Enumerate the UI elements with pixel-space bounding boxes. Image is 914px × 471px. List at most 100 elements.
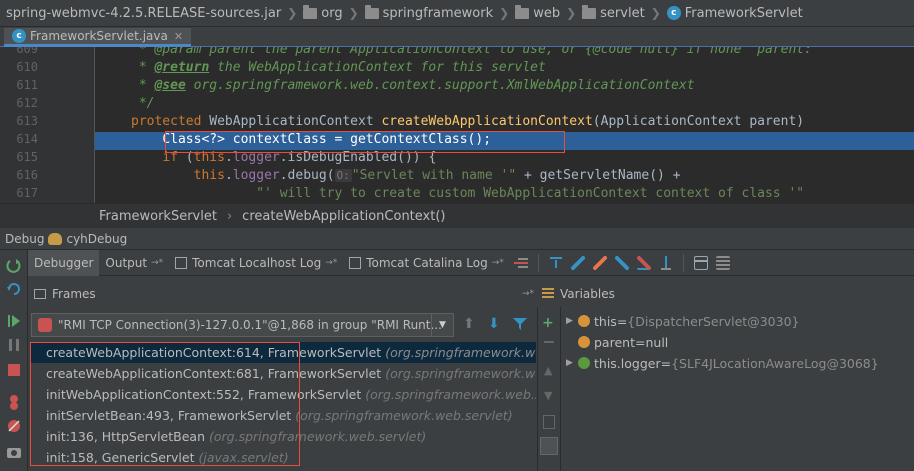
tab-debugger[interactable]: Debugger	[28, 249, 100, 276]
arrow-down-icon[interactable]: ⬇	[488, 316, 500, 332]
debug-tab-row: Debugger Output →* Tomcat Localhost Log →*…	[28, 249, 914, 276]
nav-crumb-servlet[interactable]: ❯ servlet	[560, 4, 645, 21]
run-config-name[interactable]: cyhDebug	[66, 232, 127, 246]
line-number-gutter: 609 610 611 612 613 614 615 616 617	[0, 47, 95, 203]
parameter-hint: O:	[334, 169, 352, 182]
breadcrumb-class[interactable]: FrameworkServlet	[99, 209, 217, 224]
nav-crumb-label: springframework	[382, 5, 494, 21]
variables-title: Variables	[560, 287, 615, 301]
frames-header: Frames →*	[28, 283, 538, 305]
line-number: 615	[16, 150, 38, 164]
highlight-box-current-line	[165, 131, 565, 153]
close-icon[interactable]: ✕	[174, 30, 183, 43]
variable-name: parent	[594, 334, 635, 350]
variable-name: this.logger	[594, 355, 661, 371]
stop-icon[interactable]	[6, 362, 22, 378]
thread-select[interactable]: "RMI TCP Connection(3)-127.0.0.1"@1,868 …	[31, 313, 454, 337]
arrow-up-icon[interactable]: ⬆	[463, 316, 475, 332]
tab-tomcat-localhost-log[interactable]: Tomcat Localhost Log →*	[169, 250, 343, 276]
code-token: + getServletName() +	[516, 168, 681, 183]
rerun-icon[interactable]	[6, 258, 22, 274]
bug-icon	[48, 232, 63, 245]
variable-eq: =	[616, 313, 628, 329]
step-into-icon[interactable]	[570, 255, 585, 270]
frame-package: (org.springframework.web.servlet)	[365, 387, 536, 402]
resume-icon[interactable]	[6, 313, 22, 329]
show-execution-point-icon[interactable]	[513, 255, 528, 270]
trace-icon[interactable]	[715, 255, 730, 270]
nav-crumb-web[interactable]: ❯ web	[493, 4, 560, 21]
variables-toolbar: + ▲ ▼	[537, 307, 561, 471]
chevron-right-icon: ❯	[650, 6, 661, 20]
editor-tab-frameworkservlet[interactable]: c FrameworkServlet.java ✕	[4, 28, 192, 47]
run-to-cursor-icon[interactable]	[658, 255, 673, 270]
code-token: (ApplicationContext parent)	[592, 114, 805, 129]
expand-arrow-icon[interactable]: ▶	[566, 316, 578, 326]
log-icon	[349, 256, 362, 269]
variable-row-parent[interactable]: parent = null	[566, 332, 668, 352]
highlight-box-frames	[30, 342, 300, 466]
frames-title: Frames	[52, 287, 96, 301]
code-token: .	[224, 168, 233, 183]
step-over-icon[interactable]	[548, 255, 563, 270]
nav-crumb-frameworkservlet[interactable]: ❯ c FrameworkServlet	[645, 6, 803, 21]
view-breakpoints-icon[interactable]	[6, 394, 22, 410]
debug-side-toolbar	[0, 250, 28, 471]
variables-icon	[542, 288, 554, 300]
toolbar-separator	[682, 253, 684, 272]
chevron-right-icon: ›	[226, 208, 233, 224]
navigation-bar: spring-webmvc-4.2.5.RELEASE-sources.jar …	[0, 0, 914, 27]
code-token: WebApplicationContext	[201, 114, 382, 129]
nav-crumb-label: org	[321, 5, 343, 21]
remove-watch-icon[interactable]	[544, 341, 554, 343]
evaluate-expression-icon[interactable]	[693, 255, 708, 270]
variable-row-this[interactable]: ▶ this = {DispatcherServlet@3030}	[566, 311, 799, 331]
tab-output[interactable]: Output →*	[99, 250, 169, 276]
nav-crumb-org[interactable]: ❯ org	[281, 4, 343, 21]
new-watch-icon[interactable]: +	[542, 315, 554, 331]
show-watches-icon[interactable]	[540, 437, 558, 455]
nav-crumb-label: FrameworkServlet	[684, 5, 803, 21]
pause-icon[interactable]	[6, 337, 22, 353]
code-token: protected	[131, 114, 202, 129]
arrow-up-icon[interactable]: ▲	[544, 364, 552, 377]
code-line-616: this.logger.debug(O: "Servlet with name '…	[131, 168, 681, 183]
code-token: "' will try to create custom WebApplicat…	[256, 186, 805, 201]
code-token: *	[131, 78, 155, 93]
filter-icon[interactable]	[513, 317, 527, 331]
breadcrumb-method[interactable]: createWebApplicationContext()	[242, 209, 445, 224]
parameter-icon	[578, 315, 590, 327]
frame-package: (org.springframework.web.servlet)	[295, 408, 513, 423]
step-out-icon[interactable]	[614, 255, 629, 270]
nav-crumb-springframework[interactable]: ❯ springframework	[343, 4, 494, 21]
code-line-617: "' will try to create custom WebApplicat…	[131, 186, 804, 201]
copy-icon[interactable]	[543, 415, 555, 429]
debug-tool-window-header: Debug cyhDebug	[0, 228, 914, 250]
expand-arrow-icon[interactable]: ▶	[566, 358, 578, 368]
mute-breakpoints-icon[interactable]	[6, 418, 22, 434]
camera-icon[interactable]	[6, 444, 22, 460]
variable-row-this-logger[interactable]: ▶ this.logger = {SLF4JLocationAwareLog@3…	[566, 353, 879, 373]
line-number: 611	[16, 78, 38, 92]
chevron-right-icon: ❯	[348, 6, 359, 20]
tab-label: Debugger	[34, 255, 94, 270]
drop-frame-icon[interactable]	[636, 255, 651, 270]
nav-crumb-jar[interactable]: spring-webmvc-4.2.5.RELEASE-sources.jar	[6, 6, 281, 21]
code-token: the WebApplicationContext for this servl…	[209, 60, 546, 75]
code-line-613: protected WebApplicationContext createWe…	[131, 114, 804, 129]
force-step-into-icon[interactable]	[592, 255, 607, 270]
line-number: 614	[16, 132, 38, 146]
arrow-down-icon[interactable]: ▼	[544, 389, 552, 402]
chevron-down-icon[interactable]: ▼	[431, 314, 453, 336]
restore-layout-icon[interactable]	[6, 281, 22, 297]
code-token: this	[193, 168, 225, 183]
tab-tomcat-catalina-log[interactable]: Tomcat Catalina Log →*	[343, 250, 510, 276]
variable-value: {DispatcherServlet@3030}	[627, 313, 800, 329]
code-editor[interactable]: 609 610 611 612 613 614 615 616 617 * @p…	[0, 47, 914, 203]
code-line-610: * @return the WebApplicationContext for …	[131, 60, 546, 75]
pin-icon[interactable]: →*	[522, 289, 534, 299]
